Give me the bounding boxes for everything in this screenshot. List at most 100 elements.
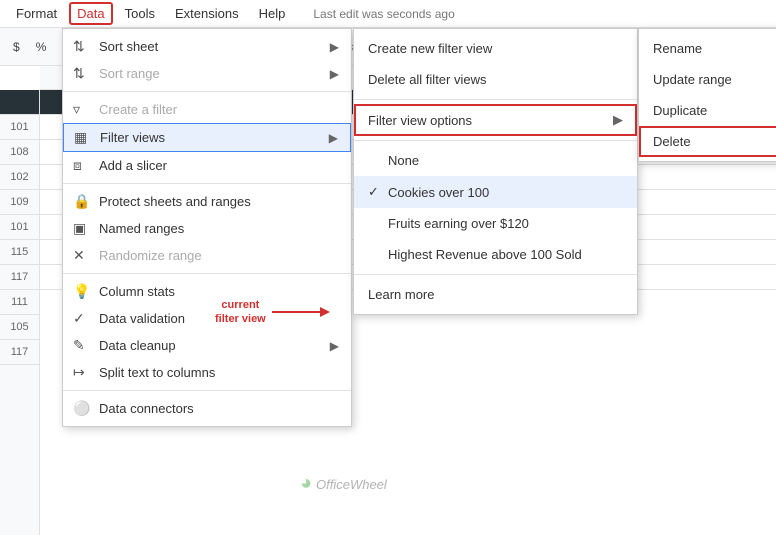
fruits-label: Fruits earning over $120 bbox=[388, 216, 529, 231]
submenu-fruits-earning[interactable]: Fruits earning over $120 bbox=[354, 208, 637, 239]
data-validation-icon: ✓ bbox=[73, 310, 85, 327]
cookies-check: ✓ bbox=[368, 184, 384, 200]
add-slicer-label: Add a slicer bbox=[99, 158, 167, 173]
menu-sort-sheet[interactable]: ⇅ Sort sheet ▶ bbox=[63, 33, 351, 60]
row-num-105: 105 bbox=[0, 315, 39, 340]
menu-data[interactable]: Data bbox=[69, 2, 112, 25]
randomize-icon: ✕ bbox=[73, 247, 85, 264]
menu-format[interactable]: Format bbox=[8, 2, 65, 25]
menu-filter-views[interactable]: ▦ Filter views ▶ bbox=[63, 123, 351, 152]
delete-label: Delete bbox=[653, 134, 691, 149]
filter-options-submenu: Rename Update range Duplicate Delete bbox=[638, 28, 776, 162]
cookies-label: Cookies over 100 bbox=[388, 185, 489, 200]
filter-views-arrow: ▶ bbox=[329, 131, 338, 145]
add-slicer-icon: ⧈ bbox=[73, 157, 82, 174]
rename-label: Rename bbox=[653, 41, 702, 56]
menu-add-slicer[interactable]: ⧈ Add a slicer bbox=[63, 152, 351, 179]
last-edit-text: Last edit was seconds ago bbox=[313, 7, 454, 21]
sort-sheet-icon: ⇅ bbox=[73, 38, 85, 55]
spreadsheet-background: Format Data Tools Extensions Help Last e… bbox=[0, 0, 776, 535]
split-text-icon: ↦ bbox=[73, 364, 85, 381]
create-filter-label: Create a filter bbox=[99, 102, 177, 117]
toolbar-percent[interactable]: % bbox=[31, 37, 52, 57]
data-cleanup-arrow: ▶ bbox=[330, 339, 339, 353]
highest-label: Highest Revenue above 100 Sold bbox=[388, 247, 582, 262]
filter-options-arrow: ▶ bbox=[613, 112, 623, 128]
menu-extensions[interactable]: Extensions bbox=[167, 2, 247, 25]
fo-rename[interactable]: Rename bbox=[639, 33, 776, 64]
sort-sheet-arrow: ▶ bbox=[330, 40, 339, 54]
menu-sep-4 bbox=[63, 390, 351, 391]
data-cleanup-icon: ✎ bbox=[73, 337, 85, 354]
watermark-text: OfficeWheel bbox=[316, 477, 387, 492]
menu-data-connectors[interactable]: ⚪ Data connectors bbox=[63, 395, 351, 422]
none-label: None bbox=[388, 153, 419, 168]
sort-range-arrow: ▶ bbox=[330, 67, 339, 81]
fo-duplicate[interactable]: Duplicate bbox=[639, 95, 776, 126]
row-num-101a: 101 bbox=[0, 115, 39, 140]
protect-sheets-label: Protect sheets and ranges bbox=[99, 194, 251, 209]
duplicate-label: Duplicate bbox=[653, 103, 707, 118]
submenu-create-new-filter[interactable]: Create new filter view bbox=[354, 33, 637, 64]
learn-more-label: Learn more bbox=[368, 287, 434, 302]
filter-views-submenu: Create new filter view Delete all filter… bbox=[353, 28, 638, 315]
menu-tools[interactable]: Tools bbox=[117, 2, 163, 25]
submenu-filter-view-options[interactable]: Filter view options ▶ bbox=[354, 104, 637, 136]
row-num-117b: 117 bbox=[0, 340, 39, 365]
row-num-108: 108 bbox=[0, 140, 39, 165]
sort-range-label: Sort range bbox=[99, 66, 160, 81]
fo-update-range[interactable]: Update range bbox=[639, 64, 776, 95]
row-num-111: 111 bbox=[0, 290, 39, 315]
submenu-none[interactable]: None bbox=[354, 145, 637, 176]
data-connectors-label: Data connectors bbox=[99, 401, 194, 416]
menu-sep-1 bbox=[63, 91, 351, 92]
filter-view-options-label: Filter view options bbox=[368, 113, 472, 128]
menu-sep-2 bbox=[63, 183, 351, 184]
fo-delete[interactable]: Delete bbox=[639, 126, 776, 157]
fruits-check bbox=[368, 216, 384, 231]
named-ranges-icon: ▣ bbox=[73, 220, 86, 237]
row-num-102: 102 bbox=[0, 165, 39, 190]
menu-data-cleanup[interactable]: ✎ Data cleanup ▶ bbox=[63, 332, 351, 359]
menu-protect-sheets[interactable]: 🔒 Protect sheets and ranges bbox=[63, 188, 351, 215]
update-range-label: Update range bbox=[653, 72, 732, 87]
create-new-filter-label: Create new filter view bbox=[368, 41, 492, 56]
watermark: ◕ OfficeWheel bbox=[300, 472, 387, 495]
protect-sheets-icon: 🔒 bbox=[73, 193, 90, 210]
submenu-cookies-over-100[interactable]: ✓ Cookies over 100 bbox=[354, 176, 637, 208]
menu-help[interactable]: Help bbox=[251, 2, 294, 25]
submenu-delete-all-filter[interactable]: Delete all filter views bbox=[354, 64, 637, 95]
filter-sep-3 bbox=[354, 274, 637, 275]
filter-views-icon: ▦ bbox=[74, 129, 87, 146]
filter-sep-2 bbox=[354, 140, 637, 141]
menu-sort-range[interactable]: ⇅ Sort range ▶ bbox=[63, 60, 351, 87]
data-cleanup-label: Data cleanup bbox=[99, 338, 176, 353]
create-filter-icon: ▿ bbox=[73, 101, 80, 118]
highest-check bbox=[368, 247, 384, 262]
row-num-col: 101 108 102 109 101 115 117 111 105 117 bbox=[0, 90, 40, 535]
header-row-num bbox=[0, 90, 39, 115]
menu-create-filter[interactable]: ▿ Create a filter bbox=[63, 96, 351, 123]
filter-sep-1 bbox=[354, 99, 637, 100]
data-validation-label: Data validation bbox=[99, 311, 185, 326]
filter-views-label: Filter views bbox=[100, 130, 165, 145]
row-num-109: 109 bbox=[0, 190, 39, 215]
row-num-117a: 117 bbox=[0, 265, 39, 290]
row-num-101b: 101 bbox=[0, 215, 39, 240]
none-check bbox=[368, 153, 384, 168]
column-stats-label: Column stats bbox=[99, 284, 175, 299]
sort-sheet-label: Sort sheet bbox=[99, 39, 158, 54]
toolbar-dollar[interactable]: $ bbox=[8, 37, 25, 57]
annotation-arrow bbox=[270, 304, 330, 320]
menu-randomize-range[interactable]: ✕ Randomize range bbox=[63, 242, 351, 269]
submenu-highest-revenue[interactable]: Highest Revenue above 100 Sold bbox=[354, 239, 637, 270]
submenu-learn-more[interactable]: Learn more bbox=[354, 279, 637, 310]
split-text-label: Split text to columns bbox=[99, 365, 215, 380]
row-num-115: 115 bbox=[0, 240, 39, 265]
menu-split-text[interactable]: ↦ Split text to columns bbox=[63, 359, 351, 386]
named-ranges-label: Named ranges bbox=[99, 221, 184, 236]
menu-named-ranges[interactable]: ▣ Named ranges bbox=[63, 215, 351, 242]
data-connectors-icon: ⚪ bbox=[73, 400, 90, 417]
sort-range-icon: ⇅ bbox=[73, 65, 85, 82]
randomize-label: Randomize range bbox=[99, 248, 202, 263]
